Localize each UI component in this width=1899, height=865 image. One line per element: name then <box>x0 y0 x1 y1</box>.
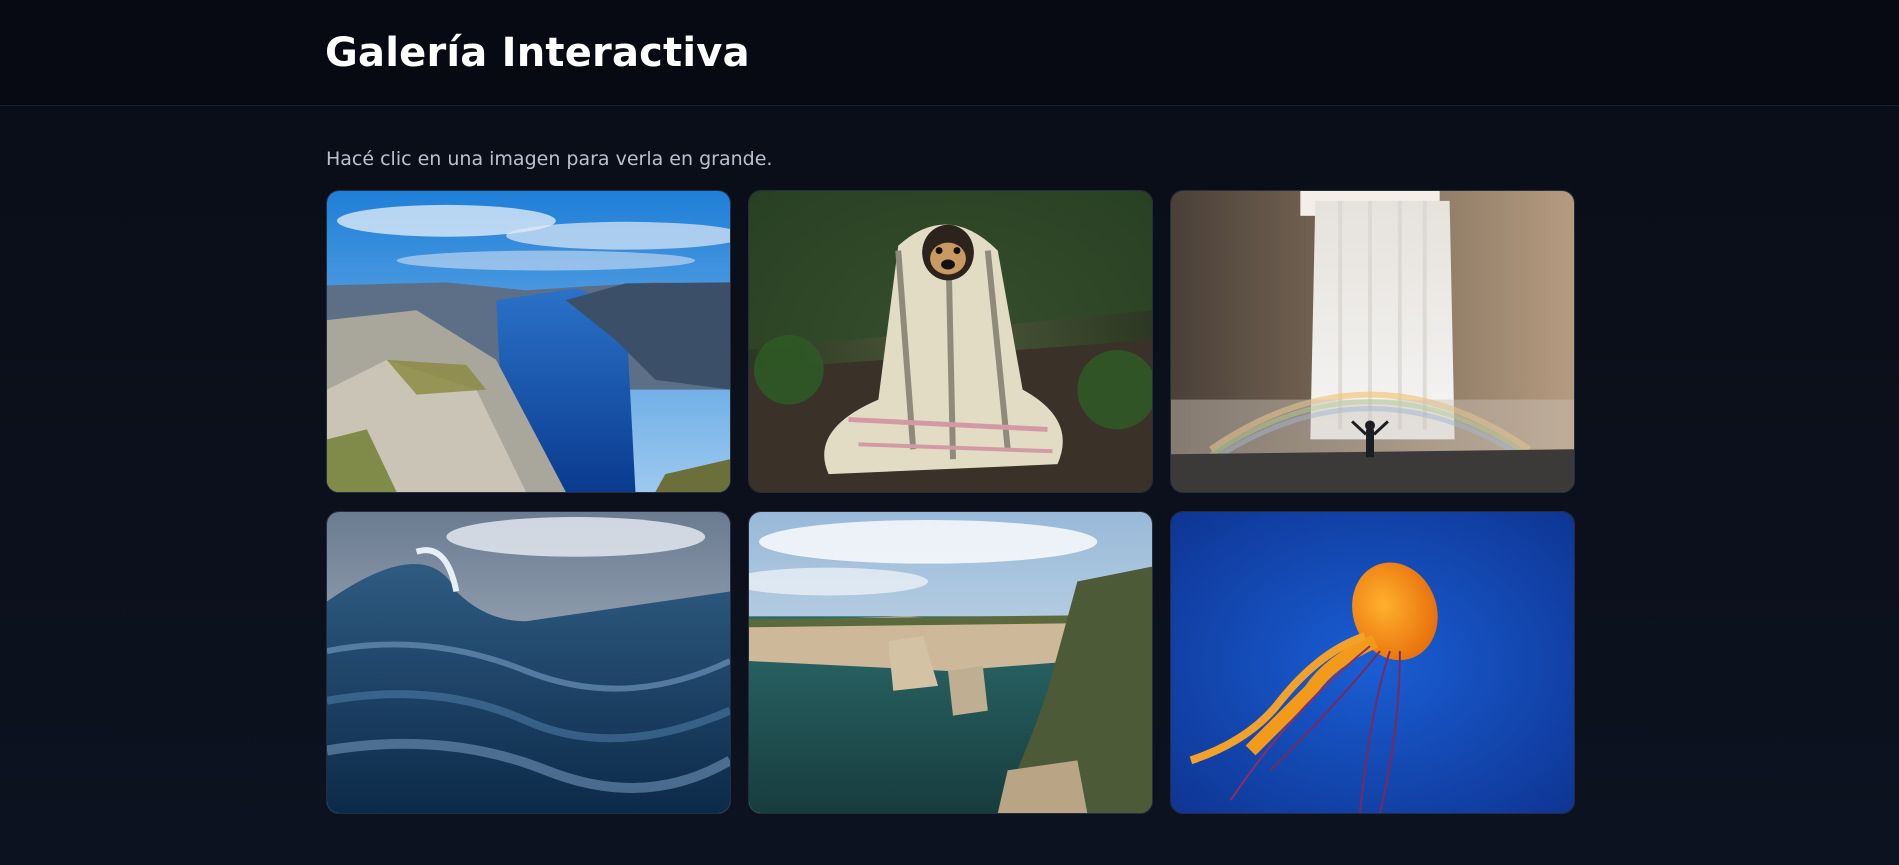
gallery-item-waterfall[interactable] <box>1170 190 1575 493</box>
main-content: Hacé clic en una imagen para verla en gr… <box>0 106 1899 865</box>
gallery-item-wave[interactable] <box>326 511 731 814</box>
gallery-item-cliffs[interactable] <box>748 511 1153 814</box>
gallery-hint: Hacé clic en una imagen para verla en gr… <box>326 148 773 170</box>
gallery-item-jellyfish[interactable] <box>1170 511 1575 814</box>
pug-image <box>749 191 1152 492</box>
page-title: Galería Interactiva <box>325 30 750 76</box>
jellyfish-image <box>1171 512 1574 813</box>
wave-image <box>327 512 730 813</box>
gallery-item-pug[interactable] <box>748 190 1153 493</box>
top-bar: Galería Interactiva <box>0 0 1899 106</box>
waterfall-image <box>1171 191 1574 492</box>
cliffs-image <box>749 512 1152 813</box>
gallery-item-fjord[interactable] <box>326 190 731 493</box>
image-gallery <box>326 190 1575 814</box>
fjord-image <box>327 191 730 492</box>
